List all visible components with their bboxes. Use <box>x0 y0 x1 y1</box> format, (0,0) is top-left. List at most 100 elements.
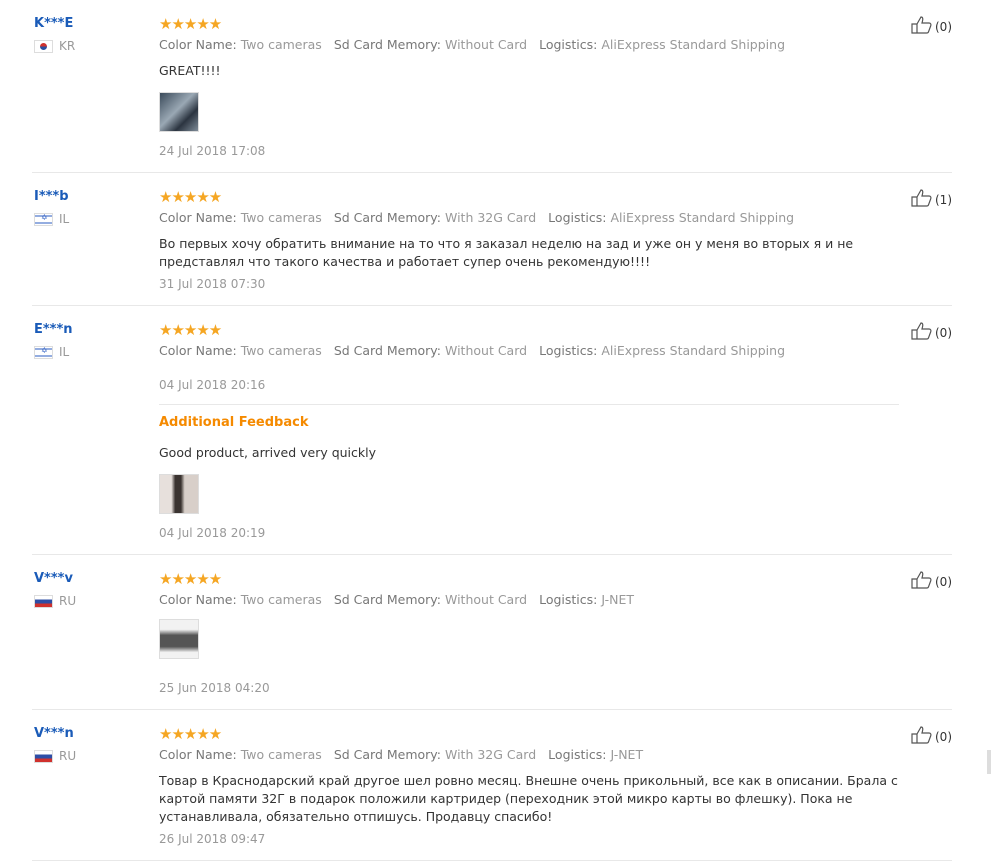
reviewer-info: K***E KR <box>34 16 75 53</box>
reviewer-name[interactable]: V***v <box>34 571 76 586</box>
helpful-button[interactable]: (1) <box>911 189 952 210</box>
review-text: Товар в Краснодарский край другое шел ро… <box>159 773 898 824</box>
country-code: KR <box>59 39 76 53</box>
country-code: RU <box>59 594 77 608</box>
color-attribute: Color Name: Two cameras <box>159 592 322 607</box>
review-date: 24 Jul 2018 17:08 <box>159 144 266 158</box>
helpful-button[interactable]: (0) <box>911 322 952 343</box>
attribute-value: Two cameras <box>240 592 322 607</box>
additional-feedback: Additional Feedback Good product, arrived… <box>159 404 899 554</box>
review-content: ★★★★★ Color Name: Two cameras Sd Card Memo… <box>159 555 899 709</box>
review-text: Во первых хочу обратить внимание на то ч… <box>159 236 854 269</box>
review-date: 04 Jul 2018 20:16 <box>159 378 266 392</box>
attribute-value: AliExpress Standard Shipping <box>610 210 795 225</box>
thumbs-up-icon <box>911 726 935 747</box>
helpful-count: (0) <box>935 19 952 34</box>
reviewer-info: E***n IL <box>34 322 73 359</box>
reviewer-name[interactable]: K***E <box>34 16 75 31</box>
review-item: E***n IL ★★★★★ Color Name: Two cameras Sd Ca… <box>32 306 952 555</box>
logistics-attribute: Logistics: AliExpress Standard Shipping <box>548 210 794 225</box>
review-item: I***b IL ★★★★★ Color Name: Two cameras Sd Ca… <box>32 173 952 306</box>
reviewer-name[interactable]: I***b <box>34 189 69 204</box>
star-rating: ★★★★★ <box>159 570 222 588</box>
star-rating: ★★★★★ <box>159 321 222 339</box>
south-korea-flag-icon <box>34 39 53 53</box>
attribute-key: Logistics: <box>539 37 598 52</box>
attribute-value: With 32G Card <box>445 747 537 762</box>
sd-attribute: Sd Card Memory: Without Card <box>334 592 527 607</box>
additional-feedback-title: Additional Feedback <box>159 415 309 430</box>
review-list: K***E KR ★★★★★ Color Name: Two cameras Sd Ca… <box>0 0 991 861</box>
attribute-key: Sd Card Memory: <box>333 37 442 52</box>
attribute-value: Without Card <box>445 37 528 52</box>
attribute-key: Color Name: <box>159 343 237 358</box>
star-rating: ★★★★★ <box>159 188 222 206</box>
attribute-value: Without Card <box>445 592 528 607</box>
country-code: RU <box>59 749 77 763</box>
review-photo-thumbnail[interactable] <box>159 474 199 514</box>
attribute-key: Color Name: <box>159 747 237 762</box>
reviewer-country: KR <box>34 39 75 53</box>
review-text: GREAT!!!! <box>159 63 221 78</box>
sd-attribute: Sd Card Memory: Without Card <box>334 37 527 52</box>
attribute-key: Logistics: <box>539 592 598 607</box>
review-item: V***n RU ★★★★★ Color Name: Two cameras Sd Ca… <box>32 710 952 861</box>
thumbs-up-icon <box>911 16 935 37</box>
review-attributes: Color Name: Two cameras Sd Card Memory: W… <box>159 592 899 607</box>
thumbs-up-icon <box>911 189 935 210</box>
attribute-key: Sd Card Memory: <box>333 747 442 762</box>
reviewer-country: IL <box>34 212 69 226</box>
review-date: 31 Jul 2018 07:30 <box>159 277 266 291</box>
reviewer-info: I***b IL <box>34 189 69 226</box>
logistics-attribute: Logistics: J-NET <box>548 747 643 762</box>
attribute-key: Sd Card Memory: <box>333 592 442 607</box>
attribute-key: Logistics: <box>548 747 607 762</box>
attribute-value: With 32G Card <box>445 210 537 225</box>
review-content: ★★★★★ Color Name: Two cameras Sd Card Memo… <box>159 306 899 554</box>
attribute-value: Two cameras <box>240 343 322 358</box>
helpful-count: (1) <box>935 192 952 207</box>
reviewer-name[interactable]: E***n <box>34 322 73 337</box>
sd-attribute: Sd Card Memory: Without Card <box>334 343 527 358</box>
reviewer-name[interactable]: V***n <box>34 726 76 741</box>
color-attribute: Color Name: Two cameras <box>159 747 322 762</box>
review-attributes: Color Name: Two cameras Sd Card Memory: W… <box>159 343 899 358</box>
attribute-value: J-NET <box>601 592 634 607</box>
logistics-attribute: Logistics: J-NET <box>539 592 634 607</box>
sd-attribute: Sd Card Memory: With 32G Card <box>334 747 536 762</box>
attribute-value: Without Card <box>445 343 528 358</box>
color-attribute: Color Name: Two cameras <box>159 343 322 358</box>
helpful-button[interactable]: (0) <box>911 16 952 37</box>
review-date: 26 Jul 2018 09:47 <box>159 832 266 846</box>
country-code: IL <box>59 345 70 359</box>
star-rating: ★★★★★ <box>159 725 222 743</box>
thumbs-up-icon <box>911 571 935 592</box>
attribute-value: Two cameras <box>240 747 322 762</box>
logistics-attribute: Logistics: AliExpress Standard Shipping <box>539 37 785 52</box>
helpful-button[interactable]: (0) <box>911 571 952 592</box>
israel-flag-icon <box>34 345 53 359</box>
attribute-key: Color Name: <box>159 37 237 52</box>
review-attributes: Color Name: Two cameras Sd Card Memory: W… <box>159 210 899 225</box>
helpful-count: (0) <box>935 729 952 744</box>
russia-flag-icon <box>34 594 53 608</box>
attribute-key: Color Name: <box>159 592 237 607</box>
attribute-key: Sd Card Memory: <box>333 343 442 358</box>
helpful-count: (0) <box>935 325 952 340</box>
sd-attribute: Sd Card Memory: With 32G Card <box>334 210 536 225</box>
review-photo-thumbnail[interactable] <box>159 619 199 659</box>
scrollbar[interactable] <box>987 750 991 774</box>
review-date: 25 Jun 2018 04:20 <box>159 681 270 695</box>
thumbs-up-icon <box>911 322 935 343</box>
attribute-value: J-NET <box>610 747 644 762</box>
reviewer-country: RU <box>34 594 76 608</box>
color-attribute: Color Name: Two cameras <box>159 210 322 225</box>
attribute-key: Logistics: <box>539 343 598 358</box>
review-photo-thumbnail[interactable] <box>159 92 199 132</box>
country-code: IL <box>59 212 70 226</box>
reviewer-country: RU <box>34 749 76 763</box>
reviewer-info: V***n RU <box>34 726 76 763</box>
russia-flag-icon <box>34 749 53 763</box>
attribute-value: Two cameras <box>240 37 322 52</box>
helpful-button[interactable]: (0) <box>911 726 952 747</box>
